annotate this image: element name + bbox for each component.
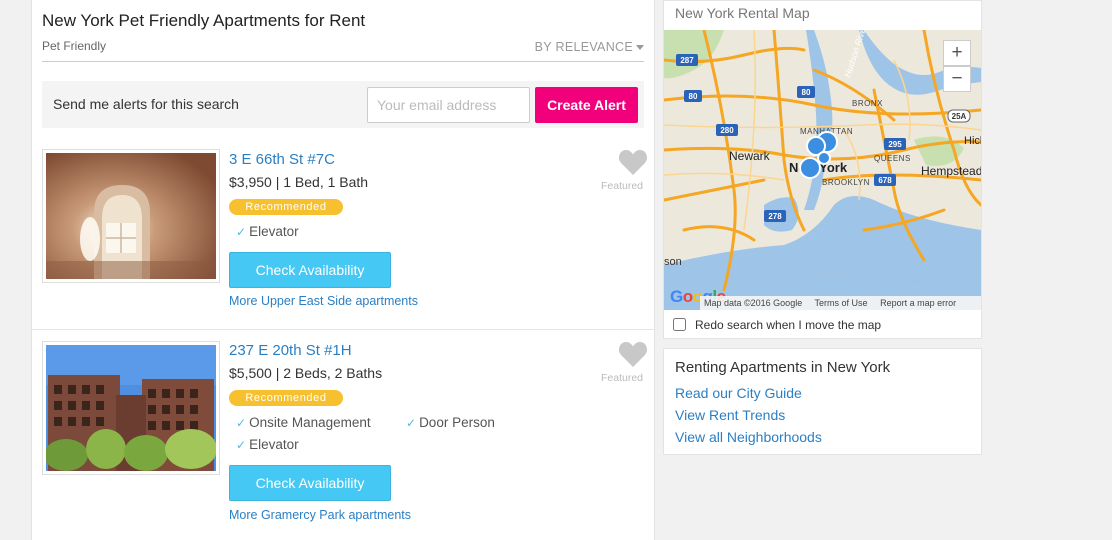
amenity-label: Elevator <box>249 224 299 239</box>
recommended-badge: Recommended <box>229 199 343 215</box>
featured-label: Featured <box>601 180 644 192</box>
listing-address-link[interactable]: 3 E 66th St #7C <box>229 151 335 168</box>
svg-text:BRONX: BRONX <box>852 99 883 108</box>
svg-text:278: 278 <box>768 212 782 221</box>
amenity-item: ✓ Elevator <box>236 224 299 239</box>
email-input[interactable] <box>367 87 530 123</box>
svg-text:287: 287 <box>680 56 694 65</box>
report-map-error-link[interactable]: Report a map error <box>880 298 956 308</box>
svg-text:80: 80 <box>802 88 811 97</box>
check-availability-button[interactable]: Check Availability <box>229 465 391 501</box>
search-filter-label: Pet Friendly <box>42 39 107 53</box>
listing-price-details: $5,500 | 2 Beds, 2 Baths <box>229 365 383 381</box>
listing-beds-baths: 1 Bed, 1 Bath <box>283 174 369 190</box>
listing-photo[interactable] <box>42 341 220 475</box>
map-data-credit: Map data ©2016 Google <box>704 298 803 308</box>
svg-text:25A: 25A <box>952 112 967 121</box>
amenity-item: ✓ Door Person <box>406 415 495 430</box>
svg-text:280: 280 <box>720 126 734 135</box>
sort-label: BY RELEVANCE <box>534 40 633 54</box>
listing-card: 3 E 66th St #7C $3,950 | 1 Bed, 1 Bath R… <box>32 134 654 330</box>
amenity-label: Onsite Management <box>249 415 371 430</box>
more-neighborhood-link[interactable]: More Upper East Side apartments <box>229 294 418 308</box>
listing-beds-baths: 2 Beds, 2 Baths <box>283 365 383 381</box>
check-icon: ✓ <box>236 438 247 452</box>
rental-map[interactable]: 287 80 280 278 295 678 25A 80 Newark New… <box>664 30 981 310</box>
featured-label: Featured <box>601 372 644 384</box>
alert-text: Send me alerts for this search <box>53 96 239 112</box>
map-card: New York Rental Map 287 80 280 278 295 6… <box>663 0 982 339</box>
zoom-in-button[interactable]: + <box>943 40 971 66</box>
svg-text:QUEENS: QUEENS <box>874 154 911 163</box>
city-links-title: Renting Apartments in New York <box>675 359 891 376</box>
listings-panel: New York Pet Friendly Apartments for Ren… <box>31 0 655 540</box>
recommended-badge: Recommended <box>229 390 343 406</box>
svg-text:son: son <box>664 256 682 268</box>
listing-price: $5,500 <box>229 365 272 381</box>
header-divider <box>42 61 644 62</box>
svg-text:BROOKLYN: BROOKLYN <box>822 178 870 187</box>
more-neighborhood-link[interactable]: More Gramercy Park apartments <box>229 508 411 522</box>
listing-price-details: $3,950 | 1 Bed, 1 Bath <box>229 174 369 190</box>
svg-text:295: 295 <box>888 140 902 149</box>
create-alert-button[interactable]: Create Alert <box>535 87 638 123</box>
redo-search-label: Redo search when I move the map <box>695 318 882 332</box>
listing-photo-image <box>46 153 216 279</box>
neighborhoods-link[interactable]: View all Neighborhoods <box>675 429 822 445</box>
city-links-card: Renting Apartments in New York Read our … <box>663 348 982 455</box>
redo-search-option[interactable]: Redo search when I move the map <box>673 318 881 332</box>
amenity-label: Door Person <box>419 415 495 430</box>
heart-icon[interactable] <box>618 340 648 368</box>
listing-photo-image <box>46 345 216 471</box>
amenity-item: ✓ Elevator <box>236 437 299 452</box>
amenity-item: ✓ Onsite Management <box>236 415 371 430</box>
svg-text:Hicksville: Hicksville <box>964 135 981 147</box>
caret-down-icon <box>636 45 644 51</box>
listing-photo[interactable] <box>42 149 220 283</box>
listing-card: 237 E 20th St #1H $5,500 | 2 Beds, 2 Bat… <box>32 330 654 540</box>
sort-dropdown[interactable]: BY RELEVANCE <box>535 40 644 54</box>
check-icon: ✓ <box>236 225 247 239</box>
redo-search-checkbox[interactable] <box>673 318 686 331</box>
map-canvas: 287 80 280 278 295 678 25A 80 Newark New… <box>664 30 981 310</box>
listing-price: $3,950 <box>229 174 272 190</box>
page-title: New York Pet Friendly Apartments for Ren… <box>42 11 366 30</box>
svg-text:678: 678 <box>878 176 892 185</box>
check-icon: ✓ <box>236 416 247 430</box>
city-guide-link[interactable]: Read our City Guide <box>675 385 802 401</box>
amenity-label: Elevator <box>249 437 299 452</box>
terms-of-use-link[interactable]: Terms of Use <box>815 298 868 308</box>
heart-icon[interactable] <box>618 148 648 176</box>
map-title: New York Rental Map <box>675 5 810 21</box>
map-attribution: Map data ©2016 Google Terms of Use Repor… <box>700 296 981 310</box>
check-icon: ✓ <box>406 416 417 430</box>
rent-trends-link[interactable]: View Rent Trends <box>675 407 785 423</box>
check-availability-button[interactable]: Check Availability <box>229 252 391 288</box>
svg-text:80: 80 <box>689 92 698 101</box>
svg-text:Hempstead: Hempstead <box>921 164 981 178</box>
zoom-out-button[interactable]: − <box>943 66 971 92</box>
listing-address-link[interactable]: 237 E 20th St #1H <box>229 342 352 359</box>
alert-bar: Send me alerts for this search Create Al… <box>42 81 644 128</box>
map-label-newark: Newark <box>729 149 771 163</box>
